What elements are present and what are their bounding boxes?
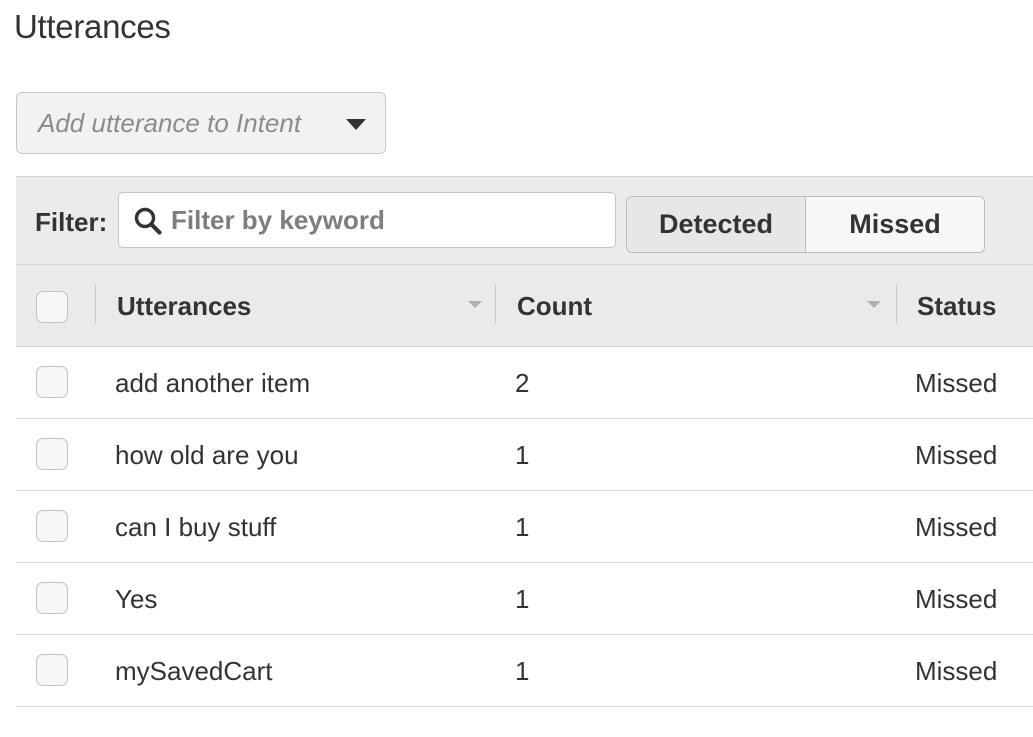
table-row[interactable]: add another item 2 Missed <box>16 347 1033 419</box>
row-checkbox[interactable] <box>36 438 68 470</box>
table-row[interactable]: how old are you 1 Missed <box>16 419 1033 491</box>
column-header-status[interactable]: Status <box>917 291 996 322</box>
utterance-cell: how old are you <box>115 440 299 470</box>
count-cell: 1 <box>515 656 530 686</box>
row-checkbox[interactable] <box>36 582 68 614</box>
detected-toggle-button[interactable]: Detected <box>627 197 806 252</box>
utterance-cell: mySavedCart <box>115 656 273 686</box>
column-divider <box>896 285 897 323</box>
column-divider <box>95 285 96 323</box>
missed-toggle-button[interactable]: Missed <box>806 197 984 252</box>
sort-caret-icon[interactable] <box>867 301 881 308</box>
table-header: Utterances Count Status <box>16 264 1033 347</box>
utterance-cell: can I buy stuff <box>115 512 277 542</box>
column-divider <box>495 285 496 323</box>
count-cell: 1 <box>515 440 530 470</box>
status-cell: Missed <box>915 584 998 614</box>
table-row[interactable]: Yes 1 Missed <box>16 563 1033 635</box>
table-row[interactable]: mySavedCart 1 Missed <box>16 635 1033 707</box>
column-header-utterances[interactable]: Utterances <box>117 291 251 322</box>
status-cell: Missed <box>915 512 998 542</box>
utterance-cell: add another item <box>115 368 311 398</box>
search-input[interactable] <box>171 201 601 239</box>
status-cell: Missed <box>915 440 998 470</box>
caret-down-icon <box>346 119 366 130</box>
add-utterance-dropdown[interactable]: Add utterance to Intent <box>16 92 386 154</box>
filter-label: Filter: <box>35 207 108 237</box>
count-cell: 1 <box>515 584 530 614</box>
add-utterance-placeholder: Add utterance to Intent <box>38 107 302 138</box>
select-all-checkbox[interactable] <box>36 291 68 323</box>
search-icon <box>134 207 162 235</box>
count-cell: 2 <box>515 368 530 398</box>
status-cell: Missed <box>915 656 998 686</box>
status-toggle: Detected Missed <box>626 196 985 253</box>
utterance-cell: Yes <box>115 584 158 614</box>
row-checkbox[interactable] <box>36 510 68 542</box>
filter-toolbar: Filter: Detected Missed <box>16 176 1033 264</box>
row-checkbox[interactable] <box>36 654 68 686</box>
status-cell: Missed <box>915 368 998 398</box>
sort-caret-icon[interactable] <box>468 301 482 308</box>
count-cell: 1 <box>515 512 530 542</box>
page-title: Utterances <box>14 8 171 45</box>
filter-input-box[interactable] <box>118 192 616 248</box>
row-checkbox[interactable] <box>36 366 68 398</box>
column-header-count[interactable]: Count <box>517 291 592 322</box>
table-row[interactable]: can I buy stuff 1 Missed <box>16 491 1033 563</box>
